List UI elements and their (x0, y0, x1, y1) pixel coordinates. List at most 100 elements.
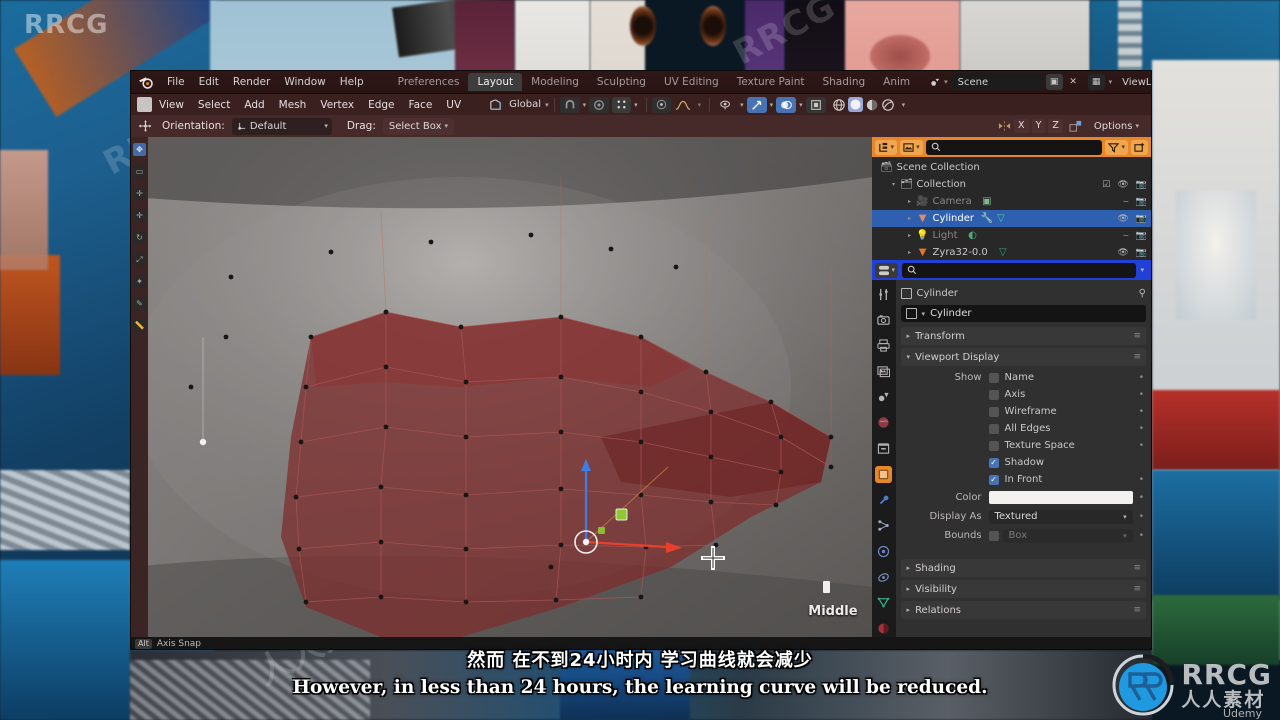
viewport-menu-edge[interactable]: Edge (361, 97, 401, 113)
eye-icon[interactable]: 👁 (1117, 180, 1128, 190)
id-type-chevron-down-icon[interactable]: ▾ (916, 143, 920, 151)
editor-type-chevron-down-icon[interactable]: ▾ (892, 266, 896, 274)
outliner-row-cylinder[interactable]: ▸ ▼ Cylinder 🔧 ▽ 👁 📷 (871, 210, 1151, 227)
menu-window[interactable]: Window (277, 74, 332, 90)
chevron-right-icon[interactable]: ▸ (907, 332, 911, 340)
viewport-menu-add[interactable]: Add (237, 97, 271, 113)
tab-preferences[interactable]: Preferences (389, 73, 469, 91)
smooth-falloff-icon[interactable] (671, 97, 695, 113)
row-display-as[interactable]: Display As Textured ▾ • (901, 507, 1146, 526)
eye-dropdown-icon[interactable] (715, 97, 737, 113)
panel-shading[interactable]: ▸ Shading ≡ (900, 559, 1146, 577)
viewport-menu-view[interactable]: View (152, 97, 191, 113)
checkbox-show-all-edges[interactable] (988, 423, 999, 434)
row-bounds[interactable]: Bounds Box ▾ • (901, 526, 1146, 545)
checkbox-show-shadow[interactable]: ✓ (988, 457, 999, 468)
measure-tool-button[interactable]: 📏 (133, 319, 146, 332)
menu-help[interactable]: Help (333, 74, 371, 90)
orientation-dropdown[interactable]: Default ▾ (231, 117, 332, 135)
object-chevron-down-icon[interactable]: ▾ (922, 310, 926, 318)
scene-unlink-close-icon[interactable]: ✕ (1065, 74, 1082, 90)
tab-render-icon[interactable] (875, 312, 892, 329)
material-preview-icon[interactable] (865, 98, 879, 112)
camera-icon[interactable]: 📷 (1136, 197, 1147, 207)
drag-dropdown[interactable]: Select Box ▾ (382, 117, 455, 135)
chevron-down-icon[interactable]: ▾ (888, 181, 900, 188)
orientation-chevron-down-icon[interactable]: ▾ (545, 101, 549, 109)
tab-object-props-icon[interactable] (875, 466, 893, 483)
animate-property-dot-icon[interactable]: • (1139, 512, 1146, 522)
outliner-tree[interactable]: 🗃 Scene Collection ▾ 🗂 Collection ☑ 👁 📷 … (871, 157, 1151, 261)
row-color[interactable]: Color • (901, 488, 1146, 507)
cursor-tool-button[interactable]: ✛ (133, 187, 146, 200)
camera-icon[interactable]: 📷 (1136, 248, 1147, 258)
tab-uv-editing[interactable]: UV Editing (655, 73, 728, 91)
bounds-select[interactable]: Box ▾ (1002, 528, 1133, 543)
outliner-row-collection[interactable]: ▾ 🗂 Collection ☑ 👁 📷 (872, 176, 1151, 193)
properties-search-input[interactable] (902, 262, 1137, 278)
animate-property-dot-icon[interactable]: • (1139, 441, 1146, 451)
checkbox-show-name[interactable] (988, 372, 999, 383)
tab-modeling[interactable]: Modeling (522, 73, 588, 91)
tab-output-printer-icon[interactable] (875, 337, 892, 354)
animate-property-dot-icon[interactable]: • (1139, 407, 1146, 417)
eye-icon[interactable]: 👁 (1117, 248, 1128, 258)
outliner-row-toggles[interactable]: ⌣ 📷 (1123, 197, 1147, 207)
mirror-axis-y[interactable]: Y (1031, 119, 1046, 133)
view-layer-name-field[interactable]: ViewLayer (1116, 74, 1151, 90)
solid-icon[interactable] (847, 97, 863, 112)
display-as-select[interactable]: Textured ▾ (988, 509, 1133, 524)
row-show-shadow[interactable]: ✓ Shadow (901, 454, 1146, 471)
overlays-chevron-down-icon[interactable]: ▾ (799, 101, 803, 109)
tab-tool-icon[interactable] (875, 286, 892, 303)
view-layer-chevron-down-icon[interactable]: ▾ (1109, 78, 1113, 86)
animate-property-dot-icon[interactable]: • (1139, 373, 1146, 383)
outliner-row-toggles[interactable]: ☑ 👁 📷 (1102, 180, 1147, 190)
annotate-tool-button[interactable]: ✎ (133, 297, 146, 310)
outliner-row-camera[interactable]: ▸ 🎥 Camera ▣ ⌣ 📷 (872, 193, 1151, 210)
camera-icon[interactable]: 📷 (1136, 231, 1147, 241)
checkbox-show-in-front[interactable]: ✓ (988, 474, 999, 485)
viewport-menu-vertex[interactable]: Vertex (313, 97, 361, 113)
outliner-row-zyra[interactable]: ▸ ▼ Zyra32-0.0 ▽ 👁 📷 (872, 244, 1151, 261)
outliner-row-toggles[interactable]: 👁 📷 (1117, 214, 1147, 224)
funnel-icon[interactable]: ▾ (1105, 139, 1128, 155)
display-as-chevron-down-icon[interactable]: ▾ (1123, 513, 1127, 521)
tab-object-data-mesh-icon[interactable] (875, 595, 892, 612)
mirror-axis-x[interactable]: X (1014, 119, 1029, 133)
outliner-row-toggles[interactable]: 👁 📷 (1117, 248, 1147, 258)
transform-tool-button[interactable]: ✦ (133, 275, 146, 288)
color-swatch[interactable] (988, 491, 1133, 504)
tab-layout[interactable]: Layout (468, 73, 523, 91)
id-type-icon[interactable]: ▾ (900, 139, 923, 155)
viewport-menu-face[interactable]: Face (402, 97, 440, 113)
options-chevron-down-icon[interactable]: ▾ (1135, 122, 1139, 130)
menu-file[interactable]: File (160, 74, 192, 90)
outliner-row-light[interactable]: ▸ 💡 Light ◐ ⌣ 📷 (872, 227, 1151, 244)
scene-chevron-down-icon[interactable]: ▾ (944, 78, 948, 86)
tab-anim[interactable]: Anim (874, 73, 919, 91)
menu-edit[interactable]: Edit (192, 74, 226, 90)
tab-sculpting[interactable]: Sculpting (588, 73, 655, 91)
proportional-icon[interactable] (589, 96, 610, 113)
select-box-tool-button[interactable]: ▭ (133, 165, 146, 178)
checkbox-show-wireframe[interactable] (988, 406, 999, 417)
tweak-tool-icon[interactable] (135, 119, 155, 133)
animate-property-dot-icon[interactable]: • (1139, 531, 1146, 541)
properties-options-chevron-down-icon[interactable]: ▾ (1140, 266, 1148, 274)
outliner-row-toggles[interactable]: ⌣ 📷 (1123, 231, 1147, 241)
tab-constraints-icon[interactable] (875, 569, 892, 586)
scene-new-duplicate-icon[interactable]: ▣ (1045, 74, 1063, 90)
falloff-chevron-down-icon[interactable]: ▾ (698, 101, 702, 109)
edit-mode-icon[interactable] (137, 97, 152, 112)
row-show-wireframe[interactable]: Wireframe • (901, 403, 1146, 420)
row-show-name[interactable]: Show Name • (901, 369, 1146, 386)
rendered-icon[interactable] (881, 98, 895, 112)
menu-render[interactable]: Render (226, 74, 277, 90)
checkbox-show-axis[interactable] (988, 389, 999, 400)
tab-physics-icon[interactable] (875, 543, 892, 560)
new-collection-icon[interactable] (1131, 139, 1148, 155)
viewport-menu-uv[interactable]: UV (439, 97, 468, 113)
select-mode-chevron-down-icon[interactable]: ▾ (634, 101, 638, 109)
chevron-right-icon[interactable]: ▸ (907, 606, 911, 614)
